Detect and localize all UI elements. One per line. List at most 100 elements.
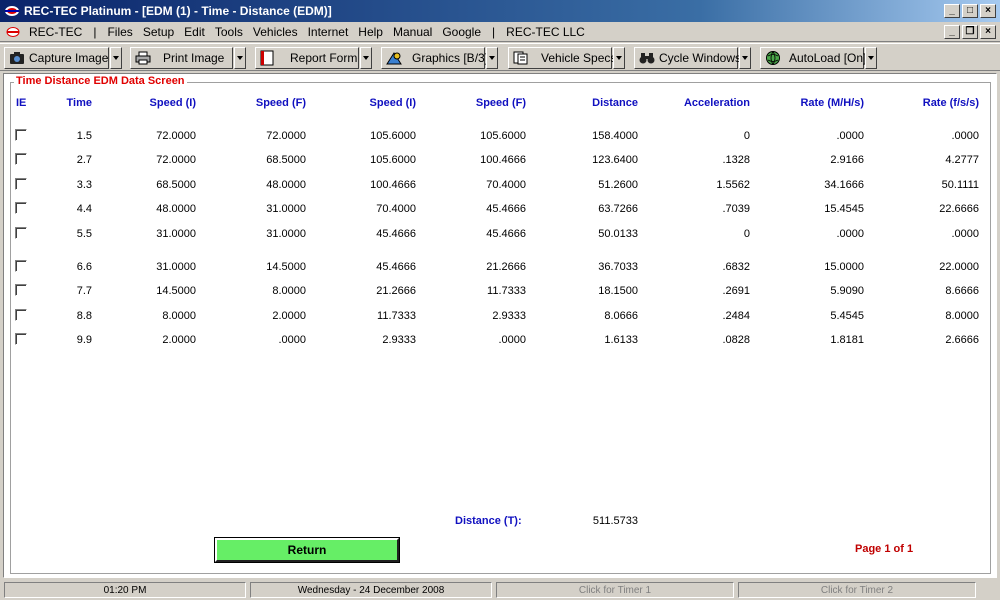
menu-internet[interactable]: Internet (303, 25, 354, 39)
cell-time: 2.7 (76, 154, 92, 166)
total-distance-value: 511.5733 (592, 515, 638, 527)
cell-rate-fss: .0000 (951, 228, 979, 240)
ie-checkbox[interactable] (15, 202, 27, 214)
cell-rate-fss: 4.2777 (945, 154, 979, 166)
menu-setup[interactable]: Setup (138, 25, 179, 39)
cell-acceleration: .7039 (722, 203, 750, 215)
menu-separator: | (492, 24, 496, 39)
ie-checkbox[interactable] (15, 227, 27, 239)
binoculars-icon (639, 53, 655, 64)
print-image-button[interactable]: Print Image (130, 47, 233, 69)
ie-checkbox[interactable] (15, 129, 27, 141)
graphics-button[interactable]: Graphics [B/3] (381, 47, 489, 69)
timer-2-button[interactable]: Click for Timer 2 (738, 582, 976, 598)
ie-checkbox[interactable] (15, 153, 27, 165)
title-bar: REC-TEC Platinum - [EDM (1) - Time - Dis… (0, 0, 1000, 22)
menu-google[interactable]: Google (437, 25, 486, 39)
autoload-button[interactable]: AutoLoad [On] (760, 47, 866, 69)
cycle-windows-label: Cycle Windows (659, 51, 742, 65)
cycle-windows-button[interactable]: Cycle Windows (634, 47, 742, 69)
maximize-button[interactable]: □ (962, 4, 978, 18)
cell-speed-i: 48.0000 (156, 203, 196, 215)
cell-speed-f-2: 21.2666 (486, 261, 526, 273)
col-header-speed-i-2: Speed (I) (369, 97, 416, 109)
cell-speed-i: 2.0000 (162, 334, 196, 346)
timer-1-button[interactable]: Click for Timer 1 (496, 582, 734, 598)
ie-checkbox[interactable] (15, 284, 27, 296)
status-time: 01:20 PM (4, 582, 246, 598)
status-date: Wednesday - 24 December 2008 (250, 582, 492, 598)
ie-checkbox[interactable] (15, 260, 27, 272)
ie-checkbox[interactable] (15, 178, 27, 190)
cell-speed-i: 68.5000 (156, 179, 196, 191)
globe-icon (766, 51, 780, 65)
return-button[interactable]: Return (214, 537, 400, 563)
menu-rec-tec-llc[interactable]: REC-TEC LLC (501, 25, 590, 39)
cell-time: 9.9 (76, 334, 92, 346)
cell-rate-mhs: 2.9166 (830, 154, 864, 166)
cell-speed-f-2: 70.4000 (486, 179, 526, 191)
cell-time: 1.5 (76, 130, 92, 142)
cell-speed-f: 31.0000 (266, 228, 306, 240)
capture-image-dropdown[interactable] (110, 47, 122, 69)
cell-speed-f-2: 11.7333 (487, 285, 526, 297)
menu-manual[interactable]: Manual (388, 25, 437, 39)
cell-speed-f: 2.0000 (272, 310, 306, 322)
graphics-label: Graphics [B/3] (412, 51, 489, 65)
cell-acceleration: .2691 (722, 285, 750, 297)
documents-icon (513, 51, 528, 65)
cell-distance: 18.1500 (598, 285, 638, 297)
cell-distance: 123.6400 (592, 154, 638, 166)
cell-speed-i-2: 100.4666 (370, 179, 416, 191)
vehicle-specs-button[interactable]: Vehicle Specs (508, 47, 616, 69)
cell-rate-mhs: 34.1666 (824, 179, 864, 191)
cell-speed-i: 31.0000 (156, 228, 196, 240)
app-window: REC-TEC Platinum - [EDM (1) - Time - Dis… (0, 0, 1000, 600)
capture-image-button[interactable]: Capture Image (4, 47, 109, 69)
cell-speed-i-2: 11.7333 (377, 310, 416, 322)
cell-speed-i: 31.0000 (156, 261, 196, 273)
mdi-minimize-button[interactable]: _ (944, 25, 960, 39)
cell-time: 5.5 (76, 228, 92, 240)
cell-time: 8.8 (76, 310, 92, 322)
cell-speed-i: 14.5000 (156, 285, 196, 297)
cell-distance: 51.2600 (598, 179, 638, 191)
cell-rate-mhs: 15.4545 (824, 203, 864, 215)
ie-checkbox[interactable] (15, 333, 27, 345)
cell-speed-i-2: 105.6000 (370, 154, 416, 166)
total-distance-label: Distance (T): (455, 515, 522, 527)
cell-acceleration: 0 (743, 130, 750, 142)
menu-files[interactable]: Files (102, 25, 137, 39)
close-button[interactable]: × (980, 4, 996, 18)
autoload-dropdown[interactable] (865, 47, 877, 69)
col-header-acceleration: Acceleration (683, 97, 750, 109)
menu-edit[interactable]: Edit (179, 25, 210, 39)
page-indicator: Page 1 of 1 (855, 543, 914, 555)
cell-speed-i-2: 2.9333 (382, 334, 416, 346)
cell-acceleration: 1.5562 (716, 179, 750, 191)
graphics-dropdown[interactable] (486, 47, 498, 69)
rec-tec-logo-icon (5, 6, 19, 16)
mdi-restore-button[interactable]: ❐ (962, 25, 978, 39)
print-image-label: Print Image (163, 51, 225, 65)
cell-speed-i: 8.0000 (162, 310, 196, 322)
menu-help[interactable]: Help (353, 25, 388, 39)
menu-rec-tec[interactable]: REC-TEC (24, 25, 87, 39)
toolbar: Capture Image Print Image Report Form Gr… (0, 43, 1000, 71)
cell-speed-f-2: .0000 (498, 334, 526, 346)
cell-acceleration: .2484 (722, 310, 750, 322)
report-form-dropdown[interactable] (360, 47, 372, 69)
cell-speed-f: 48.0000 (266, 179, 306, 191)
cell-distance: 158.4000 (592, 130, 638, 142)
col-header-distance: Distance (592, 97, 638, 109)
print-image-dropdown[interactable] (234, 47, 246, 69)
minimize-button[interactable]: _ (944, 4, 960, 18)
cell-rate-fss: 50.1111 (941, 179, 979, 191)
report-form-button[interactable]: Report Form (255, 47, 359, 69)
mdi-close-button[interactable]: × (980, 25, 996, 39)
vehicle-specs-dropdown[interactable] (613, 47, 625, 69)
ie-checkbox[interactable] (15, 309, 27, 321)
menu-vehicles[interactable]: Vehicles (248, 25, 303, 39)
menu-tools[interactable]: Tools (210, 25, 248, 39)
cycle-windows-dropdown[interactable] (739, 47, 751, 69)
